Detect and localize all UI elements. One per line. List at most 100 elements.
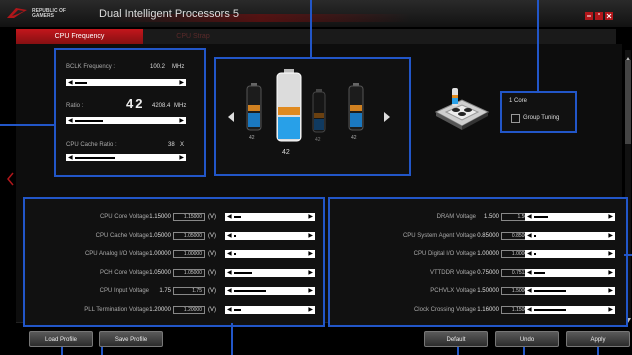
- voltage-row: CPU Core Voltage 1.15000 1.15000 (V) ◀ ▶: [25, 213, 323, 222]
- voltage-row: CPU Cache Voltage 1.05000 1.05000 (V) ◀ ▶: [25, 231, 323, 241]
- cache-ratio-value: 38: [168, 142, 175, 148]
- arrow-right-icon[interactable]: ▶: [179, 80, 184, 86]
- arrow-right-icon[interactable]: ▶: [308, 307, 313, 313]
- voltage-slider[interactable]: ◀ ▶: [225, 231, 315, 240]
- arrow-right-icon[interactable]: ▶: [608, 233, 613, 239]
- arrow-left-icon[interactable]: ◀: [527, 288, 532, 294]
- voltage-input[interactable]: 1.75: [173, 287, 205, 295]
- arrow-left-icon[interactable]: ◀: [527, 233, 532, 239]
- cache-ratio-label: CPU Cache Ratio :: [66, 142, 117, 148]
- voltage-slider[interactable]: ◀ ▶: [525, 287, 615, 295]
- arrow-right-icon[interactable]: ▶: [608, 307, 613, 313]
- core-battery[interactable]: [312, 89, 326, 133]
- brand-text: REPUBLIC OF GAMERS: [32, 9, 66, 19]
- core-battery[interactable]: [348, 83, 364, 131]
- voltage-current: 1.20000: [149, 306, 171, 313]
- core-battery-label: 42: [282, 149, 290, 156]
- voltage-current: 1.16000: [477, 306, 499, 313]
- group-tuning-label: Group Tuning: [523, 115, 560, 121]
- rog-logo-icon: [6, 6, 28, 20]
- ratio-slider[interactable]: ◀ ▶: [66, 117, 186, 124]
- voltage-current: 1.00000: [149, 251, 171, 257]
- chevron-left-icon[interactable]: [6, 172, 14, 186]
- arrow-left-icon[interactable]: ◀: [527, 251, 532, 257]
- voltage-input[interactable]: 1.05000: [173, 268, 205, 277]
- arrow-left-icon[interactable]: ◀: [227, 288, 232, 294]
- voltage-row: PCHVLX Voltage1.500001.50000(V)◀▶: [330, 287, 626, 296]
- arrow-left-icon[interactable]: ◀: [527, 214, 532, 220]
- arrow-left-icon[interactable]: [228, 109, 234, 122]
- bclk-slider-fill: [75, 82, 87, 84]
- voltage-slider[interactable]: ◀ ▶: [225, 213, 315, 221]
- core-count-label: 1 Core: [509, 98, 528, 104]
- scrollbar-thumb[interactable]: [625, 60, 631, 144]
- cache-ratio-slider[interactable]: ◀ ▶: [66, 154, 186, 161]
- arrow-right-icon[interactable]: ▶: [308, 288, 313, 294]
- arrow-right-icon[interactable]: ▶: [608, 270, 613, 276]
- arrow-right-icon[interactable]: ▶: [308, 251, 313, 257]
- voltage-slider[interactable]: ◀ ▶: [225, 250, 315, 258]
- load-profile-button[interactable]: Load Profile: [29, 331, 93, 347]
- voltage-slider[interactable]: ◀ ▶: [525, 268, 615, 277]
- arrow-left-icon[interactable]: ◀: [227, 270, 232, 276]
- arrow-right-icon[interactable]: ▶: [308, 270, 313, 276]
- voltage-slider-fill: [534, 271, 545, 274]
- voltage-input[interactable]: 1.00000: [173, 250, 205, 258]
- voltage-slider[interactable]: ◀ ▶: [525, 213, 615, 221]
- tab-cpu-frequency[interactable]: CPU Frequency: [16, 29, 143, 44]
- voltage-slider-fill: [234, 308, 241, 311]
- voltage-current: 1.500: [483, 214, 499, 220]
- arrow-right-icon[interactable]: ▶: [608, 251, 613, 257]
- arrow-right-icon[interactable]: ▶: [308, 233, 313, 239]
- cache-ratio-unit: X: [180, 142, 185, 148]
- ratio-unit: MHz: [174, 103, 187, 109]
- voltage-slider[interactable]: ◀ ▶: [525, 250, 615, 258]
- voltage-input[interactable]: 1.20000: [173, 305, 205, 314]
- voltage-panel-left: CPU Core Voltage 1.15000 1.15000 (V) ◀ ▶ CPU C…: [23, 197, 325, 327]
- window-controls[interactable]: [585, 9, 615, 21]
- core-battery-selected[interactable]: [276, 69, 302, 143]
- voltage-label: CPU Digital I/O Voltage: [413, 251, 476, 257]
- voltage-slider[interactable]: ◀ ▶: [525, 305, 615, 314]
- ratio-mhz: 4208.4: [152, 103, 171, 109]
- arrow-right-icon[interactable]: ▶: [179, 118, 184, 124]
- arrow-right-icon[interactable]: ▶: [308, 214, 313, 220]
- undo-button[interactable]: Undo: [495, 331, 559, 347]
- arrow-left-icon[interactable]: ◀: [227, 307, 232, 313]
- tab-cpu-strap[interactable]: CPU Strap: [143, 29, 243, 44]
- apply-button[interactable]: Apply: [566, 331, 630, 347]
- ratio-label: Ratio :: [66, 103, 84, 109]
- arrow-left-icon[interactable]: ◀: [68, 118, 73, 124]
- core-battery[interactable]: [246, 83, 262, 131]
- arrow-left-icon[interactable]: ◀: [527, 270, 532, 276]
- arrow-left-icon[interactable]: ◀: [68, 155, 73, 161]
- arrow-left-icon[interactable]: ◀: [68, 80, 73, 86]
- voltage-slider[interactable]: ◀ ▶: [225, 305, 315, 314]
- arrow-up-icon[interactable]: [625, 50, 631, 62]
- arrow-left-icon[interactable]: ◀: [227, 214, 232, 220]
- arrow-left-icon[interactable]: ◀: [527, 307, 532, 313]
- arrow-right-icon[interactable]: ▶: [608, 214, 613, 220]
- voltage-slider-fill: [234, 271, 252, 274]
- default-button[interactable]: Default: [424, 331, 488, 347]
- voltage-input[interactable]: 1.05000: [173, 231, 205, 240]
- bclk-slider[interactable]: ◀ ▶: [66, 79, 186, 86]
- callout-line: [0, 124, 55, 126]
- arrow-left-icon[interactable]: ◀: [227, 251, 232, 257]
- group-tuning-checkbox[interactable]: [511, 114, 520, 123]
- voltage-slider[interactable]: ◀ ▶: [225, 287, 315, 295]
- voltage-slider-fill: [234, 216, 241, 218]
- arrow-right-icon[interactable]: [384, 109, 390, 122]
- voltage-input[interactable]: 1.15000: [173, 213, 205, 221]
- arrow-right-icon[interactable]: ▶: [608, 288, 613, 294]
- bclk-unit: MHz: [172, 64, 185, 70]
- voltage-slider[interactable]: ◀ ▶: [225, 268, 315, 277]
- arrow-right-icon[interactable]: ▶: [179, 155, 184, 161]
- voltage-unit: (V): [208, 251, 216, 257]
- ratio-value: 42: [126, 96, 145, 111]
- arrow-left-icon[interactable]: ◀: [227, 233, 232, 239]
- voltage-row: VTTDDR Voltage0.750000.75125(V)◀▶: [330, 268, 626, 278]
- voltage-slider[interactable]: ◀ ▶: [525, 231, 615, 240]
- save-profile-button[interactable]: Save Profile: [99, 331, 163, 347]
- voltage-slider-fill: [534, 234, 536, 237]
